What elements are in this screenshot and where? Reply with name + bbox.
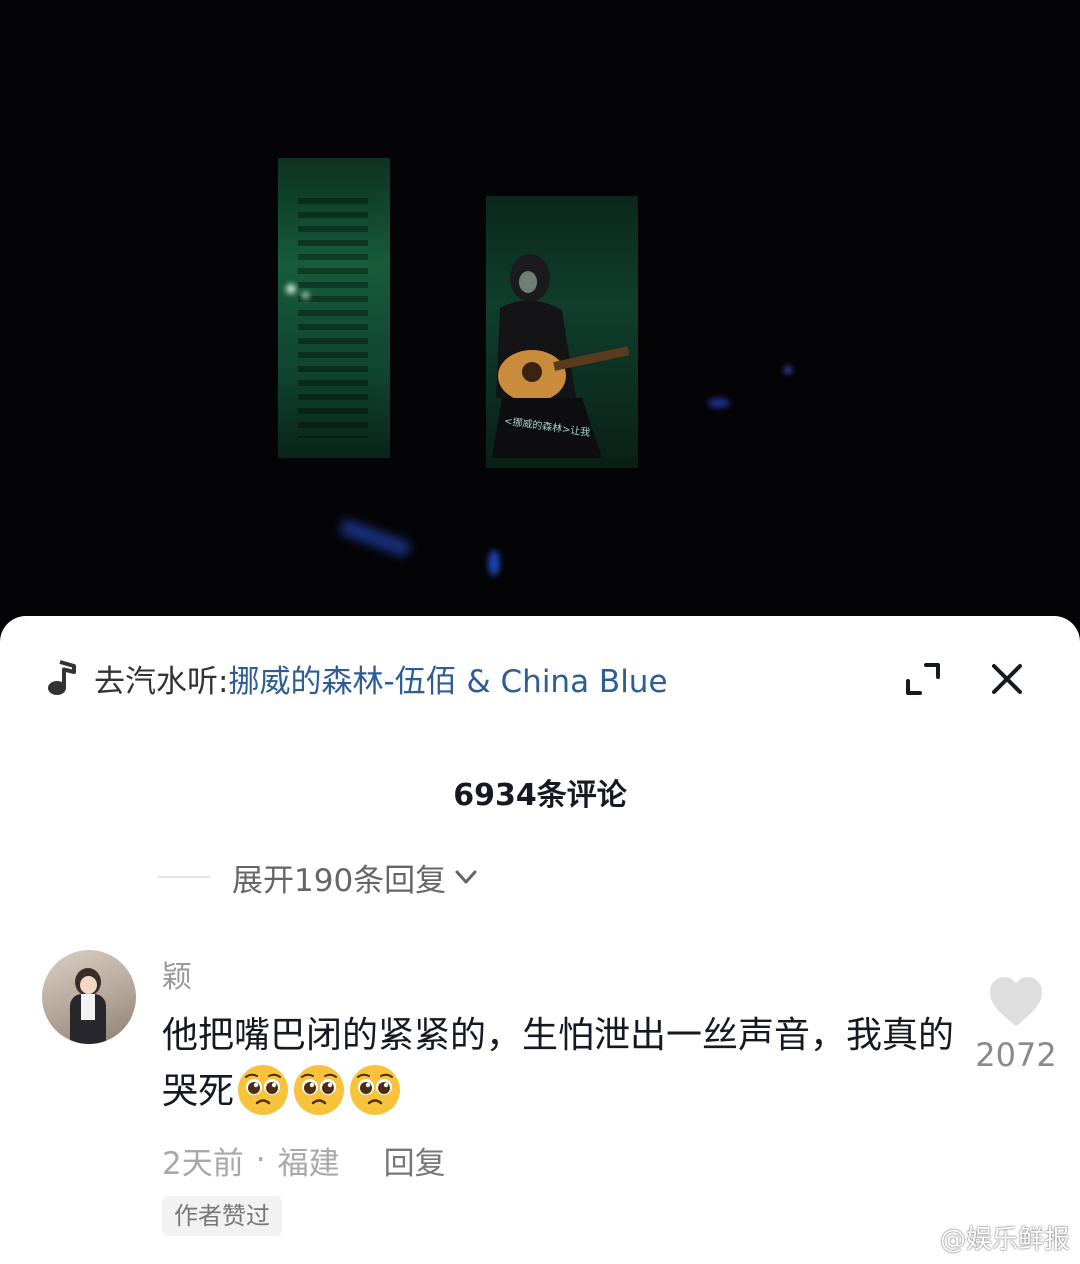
weibo-logo-icon — [900, 1224, 933, 1252]
music-link-prefix: 去汽水听: — [94, 663, 229, 700]
stage-light — [286, 284, 296, 294]
avatar[interactable] — [42, 950, 136, 1044]
stage-light — [708, 398, 730, 408]
meta-separator: · — [255, 1142, 266, 1178]
heart-icon[interactable] — [988, 976, 1044, 1028]
close-icon[interactable] — [984, 656, 1030, 702]
expand-icon[interactable] — [900, 656, 946, 702]
like-count: 2072 — [975, 1036, 1057, 1074]
stage-light-blue — [339, 518, 411, 558]
pleading-face-emoji-icon — [294, 1065, 345, 1115]
comment-location: 福建 — [277, 1145, 340, 1182]
pleading-face-emoji-icon — [350, 1065, 401, 1115]
comment-username[interactable]: 颖 — [162, 952, 192, 996]
chevron-down-icon — [455, 870, 477, 884]
watermark-text: @娱乐鲜报 — [939, 1224, 1070, 1255]
replies-divider — [158, 876, 210, 878]
comment-meta: 2天前 · 福建 回复 — [162, 1138, 446, 1182]
comment-time: 2天前 — [162, 1145, 244, 1182]
comment-body: 他把嘴巴闭的紧紧的，生怕泄出一丝声音，我真的哭死 — [162, 1008, 962, 1120]
stage-light — [784, 366, 792, 374]
reply-button[interactable]: 回复 — [384, 1138, 446, 1183]
music-link-bar[interactable]: 去汽水听: 挪威的森林-伍佰 & China Blue — [46, 656, 668, 700]
music-note-icon — [48, 660, 76, 695]
author-liked-badge: 作者赞过 — [162, 1196, 282, 1236]
pleading-face-emoji-icon — [238, 1065, 289, 1115]
weibo-watermark: @娱乐鲜报 — [900, 1218, 1070, 1256]
comment-count-title: 6934条评论 — [453, 778, 627, 813]
stage-light — [488, 550, 500, 576]
stage-light — [302, 292, 309, 299]
music-link-title[interactable]: 挪威的森林-伍佰 & China Blue — [228, 656, 667, 701]
expand-replies-label: 展开190条回复 — [232, 862, 447, 899]
expand-replies-button[interactable]: 展开190条回复 — [158, 854, 480, 900]
video-stage-screen-left — [278, 158, 390, 458]
video-player[interactable]: <挪威的森林>让我 — [0, 0, 1080, 640]
